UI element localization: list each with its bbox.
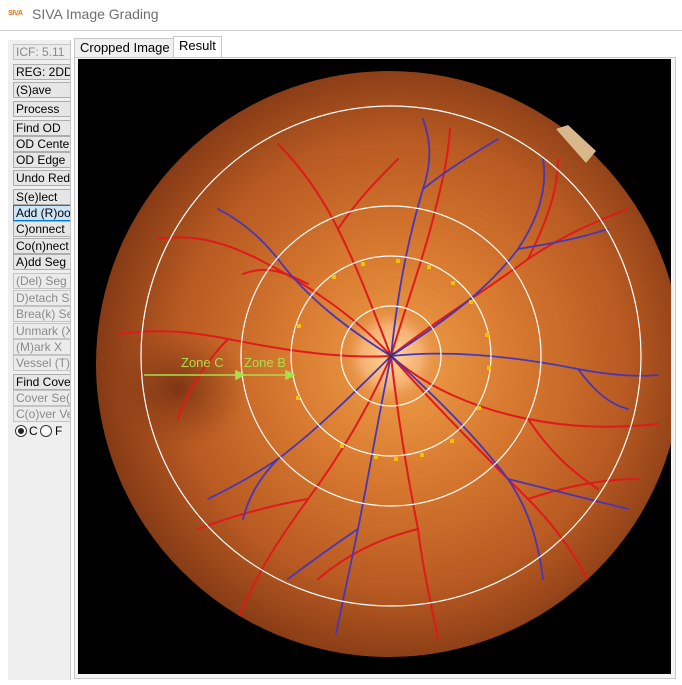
zone-c-label: Zone C <box>181 355 224 370</box>
radio-f-label: F <box>55 424 63 438</box>
add-root-button[interactable]: Add (R)oot <box>13 205 70 221</box>
od-edge-button[interactable]: OD Edge <box>13 152 70 168</box>
connect2-button[interactable]: Co(n)nect <box>13 238 70 254</box>
add-seg-button[interactable]: A)dd Seg <box>13 254 70 270</box>
save-button[interactable]: (S)ave <box>13 82 70 98</box>
process-button[interactable]: Process <box>13 101 70 117</box>
break-seg-button[interactable]: Brea(k) Seg <box>13 306 70 322</box>
radio-c[interactable] <box>15 425 27 437</box>
app-title: SIVA Image Grading <box>32 6 159 22</box>
tool-sidebar: ICF: 5.11 REG: 2DD (S)ave Process Find O… <box>8 40 71 680</box>
detach-seg-button[interactable]: D)etach S <box>13 290 70 306</box>
reg-dropdown[interactable]: REG: 2DD <box>13 64 70 80</box>
cover-seq-button[interactable]: Cover Se(q) <box>13 390 70 406</box>
icf-readout: ICF: 5.11 <box>13 44 70 60</box>
unmark-button[interactable]: Unmark (X) <box>13 323 70 339</box>
zone-b-label: Zone B <box>244 355 286 370</box>
title-bar: SIVA SIVA Image Grading <box>0 0 682 31</box>
od-center-button[interactable]: OD Center <box>13 136 70 152</box>
fundus-image-viewer[interactable]: Zone C Zone B <box>78 59 671 674</box>
cover-ve-button[interactable]: C(o)ver Ve <box>13 406 70 422</box>
app-logo: SIVA <box>8 10 23 17</box>
connect-button[interactable]: C)onnect <box>13 221 70 237</box>
tab-cropped-image[interactable]: Cropped Image <box>74 38 176 58</box>
undo-redo-button[interactable]: Undo Redo <box>13 170 70 186</box>
radio-f[interactable] <box>40 425 52 437</box>
vessel-type-button[interactable]: Vessel (T)ype <box>13 355 70 371</box>
select-button[interactable]: S(e)lect <box>13 189 70 205</box>
tab-result[interactable]: Result <box>173 36 222 58</box>
fundus-canvas: Zone C Zone B <box>96 71 671 657</box>
mode-radio-group: C F <box>13 424 70 440</box>
find-od-button[interactable]: Find OD <box>13 120 70 136</box>
del-seg-button[interactable]: (Del) Seg <box>13 273 70 289</box>
radio-c-label: C <box>29 424 38 438</box>
find-cover-button[interactable]: Find Cover <box>13 374 70 390</box>
mark-x-button[interactable]: (M)ark X <box>13 339 70 355</box>
macula <box>108 329 248 449</box>
